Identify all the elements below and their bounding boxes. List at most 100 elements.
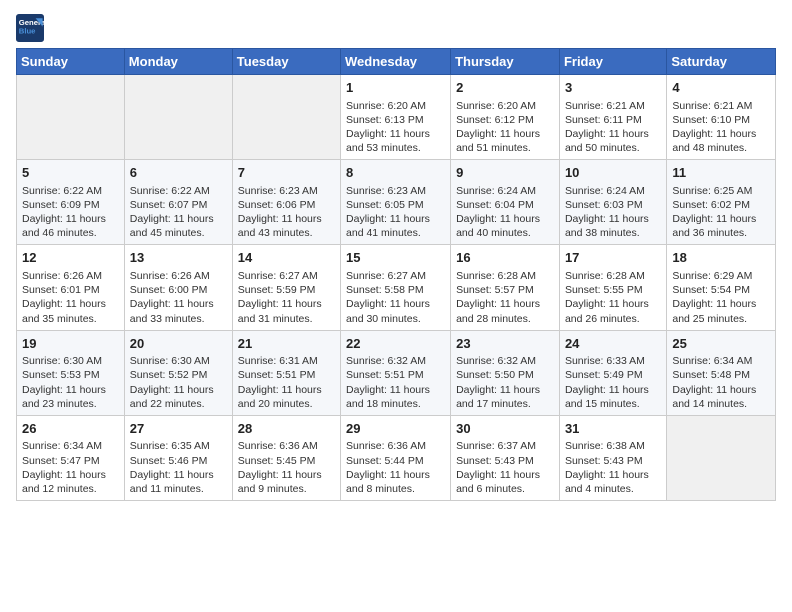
day-number: 25 (672, 335, 770, 353)
calendar-cell: 30Sunrise: 6:37 AMSunset: 5:43 PMDayligh… (451, 415, 560, 500)
calendar-cell: 14 Sunrise: 6:27 AMSunset: 5:59 PMDayligh… (232, 245, 340, 330)
day-number: 4 (672, 79, 770, 97)
calendar-cell: 23Sunrise: 6:32 AMSunset: 5:50 PMDayligh… (451, 330, 560, 415)
cell-content: Sunrise: 6:31 AMSunset: 5:51 PMDaylight:… (238, 354, 335, 411)
day-number: 12 (22, 249, 119, 267)
calendar-cell: 28Sunrise: 6:36 AMSunset: 5:45 PMDayligh… (232, 415, 340, 500)
cell-content: Sunrise: 6:22 AMSunset: 6:07 PMDaylight:… (130, 184, 227, 241)
day-number: 20 (130, 335, 227, 353)
cell-content: Sunrise: 6:34 AMSunset: 5:48 PMDaylight:… (672, 354, 770, 411)
cell-content: Sunrise: 6:38 AMSunset: 5:43 PMDaylight:… (565, 439, 661, 496)
calendar-cell: 18 Sunrise: 6:29 AMSunset: 5:54 PMDayligh… (667, 245, 776, 330)
cell-content: Sunrise: 6:21 AMSunset: 6:10 PMDaylight:… (672, 99, 770, 156)
day-number: 19 (22, 335, 119, 353)
day-number: 2 (456, 79, 554, 97)
calendar-week-row: 19Sunrise: 6:30 AMSunset: 5:53 PMDayligh… (17, 330, 776, 415)
cell-content: Sunrise: 6:23 AMSunset: 6:06 PMDaylight:… (238, 184, 335, 241)
col-header-thursday: Thursday (451, 49, 560, 75)
logo-icon: General Blue (16, 14, 44, 42)
calendar-week-row: 1Sunrise: 6:20 AMSunset: 6:13 PMDaylight… (17, 75, 776, 160)
calendar-cell: 17 Sunrise: 6:28 AMSunset: 5:55 PMDayligh… (559, 245, 666, 330)
cell-content: Sunrise: 6:35 AMSunset: 5:46 PMDaylight:… (130, 439, 227, 496)
calendar-cell: 25Sunrise: 6:34 AMSunset: 5:48 PMDayligh… (667, 330, 776, 415)
calendar-header-row: SundayMondayTuesdayWednesdayThursdayFrid… (17, 49, 776, 75)
calendar-cell: 1Sunrise: 6:20 AMSunset: 6:13 PMDaylight… (341, 75, 451, 160)
day-number: 6 (130, 164, 227, 182)
cell-content: Sunrise: 6:30 AMSunset: 5:53 PMDaylight:… (22, 354, 119, 411)
day-number: 13 (130, 249, 227, 267)
day-number: 7 (238, 164, 335, 182)
col-header-tuesday: Tuesday (232, 49, 340, 75)
cell-content: Sunrise: 6:25 AMSunset: 6:02 PMDaylight:… (672, 184, 770, 241)
calendar-cell: 6 Sunrise: 6:22 AMSunset: 6:07 PMDaylight… (124, 160, 232, 245)
cell-content: Sunrise: 6:32 AMSunset: 5:50 PMDaylight:… (456, 354, 554, 411)
cell-content: Sunrise: 6:23 AMSunset: 6:05 PMDaylight:… (346, 184, 445, 241)
calendar-cell: 21Sunrise: 6:31 AMSunset: 5:51 PMDayligh… (232, 330, 340, 415)
day-number: 30 (456, 420, 554, 438)
cell-content: Sunrise: 6:32 AMSunset: 5:51 PMDaylight:… (346, 354, 445, 411)
calendar-cell: 15Sunrise: 6:27 AMSunset: 5:58 PMDayligh… (341, 245, 451, 330)
cell-content: Sunrise: 6:26 AMSunset: 6:00 PMDaylight:… (130, 269, 227, 326)
header: General Blue (16, 10, 776, 42)
day-number: 16 (456, 249, 554, 267)
calendar-cell: 29Sunrise: 6:36 AMSunset: 5:44 PMDayligh… (341, 415, 451, 500)
cell-content: Sunrise: 6:24 AMSunset: 6:04 PMDaylight:… (456, 184, 554, 241)
col-header-wednesday: Wednesday (341, 49, 451, 75)
calendar-cell: 7 Sunrise: 6:23 AMSunset: 6:06 PMDaylight… (232, 160, 340, 245)
calendar-cell (667, 415, 776, 500)
cell-content: Sunrise: 6:36 AMSunset: 5:44 PMDaylight:… (346, 439, 445, 496)
cell-content: Sunrise: 6:21 AMSunset: 6:11 PMDaylight:… (565, 99, 661, 156)
cell-content: Sunrise: 6:27 AMSunset: 5:58 PMDaylight:… (346, 269, 445, 326)
cell-content: Sunrise: 6:27 AMSunset: 5:59 PMDaylight:… (238, 269, 335, 326)
cell-content: Sunrise: 6:28 AMSunset: 5:55 PMDaylight:… (565, 269, 661, 326)
calendar-cell: 22Sunrise: 6:32 AMSunset: 5:51 PMDayligh… (341, 330, 451, 415)
col-header-saturday: Saturday (667, 49, 776, 75)
calendar-cell (124, 75, 232, 160)
calendar-table: SundayMondayTuesdayWednesdayThursdayFrid… (16, 48, 776, 501)
calendar-cell: 2 Sunrise: 6:20 AMSunset: 6:12 PMDaylight… (451, 75, 560, 160)
calendar-cell (232, 75, 340, 160)
day-number: 5 (22, 164, 119, 182)
calendar-cell: 12 Sunrise: 6:26 AMSunset: 6:01 PMDayligh… (17, 245, 125, 330)
day-number: 31 (565, 420, 661, 438)
day-number: 24 (565, 335, 661, 353)
day-number: 10 (565, 164, 661, 182)
calendar-cell: 20Sunrise: 6:30 AMSunset: 5:52 PMDayligh… (124, 330, 232, 415)
day-number: 1 (346, 79, 445, 97)
calendar-cell: 26Sunrise: 6:34 AMSunset: 5:47 PMDayligh… (17, 415, 125, 500)
col-header-monday: Monday (124, 49, 232, 75)
page: General Blue SundayMondayTuesdayWednesda… (0, 0, 792, 511)
day-number: 22 (346, 335, 445, 353)
calendar-cell: 8Sunrise: 6:23 AMSunset: 6:05 PMDaylight… (341, 160, 451, 245)
cell-content: Sunrise: 6:34 AMSunset: 5:47 PMDaylight:… (22, 439, 119, 496)
day-number: 9 (456, 164, 554, 182)
calendar-cell: 27Sunrise: 6:35 AMSunset: 5:46 PMDayligh… (124, 415, 232, 500)
calendar-cell: 24Sunrise: 6:33 AMSunset: 5:49 PMDayligh… (559, 330, 666, 415)
calendar-cell: 31Sunrise: 6:38 AMSunset: 5:43 PMDayligh… (559, 415, 666, 500)
day-number: 18 (672, 249, 770, 267)
cell-content: Sunrise: 6:33 AMSunset: 5:49 PMDaylight:… (565, 354, 661, 411)
calendar-cell: 9 Sunrise: 6:24 AMSunset: 6:04 PMDaylight… (451, 160, 560, 245)
cell-content: Sunrise: 6:26 AMSunset: 6:01 PMDaylight:… (22, 269, 119, 326)
col-header-friday: Friday (559, 49, 666, 75)
cell-content: Sunrise: 6:20 AMSunset: 6:12 PMDaylight:… (456, 99, 554, 156)
cell-content: Sunrise: 6:36 AMSunset: 5:45 PMDaylight:… (238, 439, 335, 496)
day-number: 27 (130, 420, 227, 438)
calendar-cell: 5Sunrise: 6:22 AMSunset: 6:09 PMDaylight… (17, 160, 125, 245)
cell-content: Sunrise: 6:29 AMSunset: 5:54 PMDaylight:… (672, 269, 770, 326)
day-number: 11 (672, 164, 770, 182)
day-number: 28 (238, 420, 335, 438)
calendar-cell: 16Sunrise: 6:28 AMSunset: 5:57 PMDayligh… (451, 245, 560, 330)
cell-content: Sunrise: 6:37 AMSunset: 5:43 PMDaylight:… (456, 439, 554, 496)
calendar-cell (17, 75, 125, 160)
day-number: 29 (346, 420, 445, 438)
cell-content: Sunrise: 6:24 AMSunset: 6:03 PMDaylight:… (565, 184, 661, 241)
calendar-cell: 13 Sunrise: 6:26 AMSunset: 6:00 PMDayligh… (124, 245, 232, 330)
day-number: 14 (238, 249, 335, 267)
calendar-week-row: 12 Sunrise: 6:26 AMSunset: 6:01 PMDayligh… (17, 245, 776, 330)
cell-content: Sunrise: 6:30 AMSunset: 5:52 PMDaylight:… (130, 354, 227, 411)
day-number: 17 (565, 249, 661, 267)
col-header-sunday: Sunday (17, 49, 125, 75)
day-number: 23 (456, 335, 554, 353)
calendar-week-row: 5Sunrise: 6:22 AMSunset: 6:09 PMDaylight… (17, 160, 776, 245)
